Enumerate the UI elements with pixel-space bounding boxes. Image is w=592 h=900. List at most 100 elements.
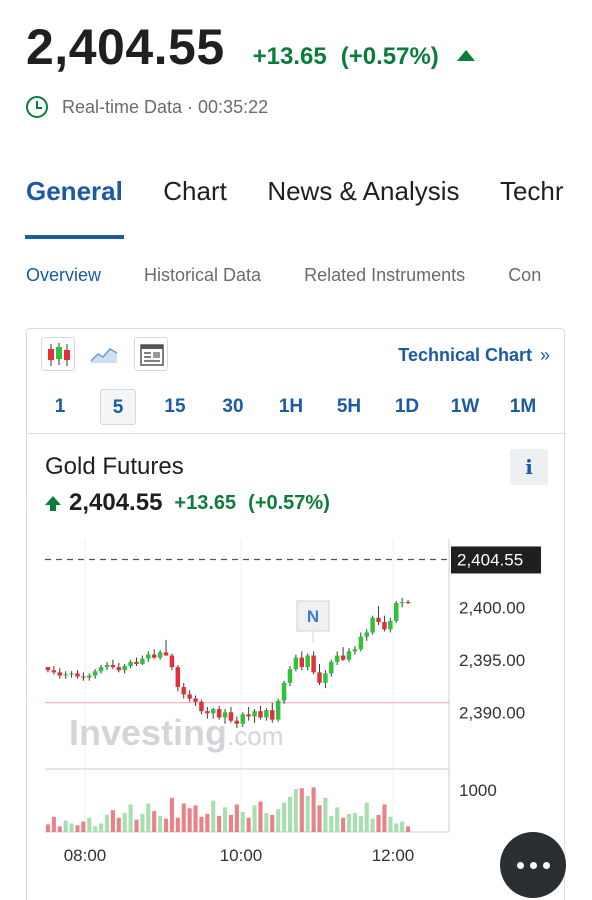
volume-bar [169, 797, 174, 832]
subtab-historical-data[interactable]: Historical Data [144, 265, 261, 286]
volume-bar [146, 803, 151, 832]
timeframe-1w[interactable]: 1W [445, 389, 485, 425]
candle-body [252, 711, 257, 717]
price-chart[interactable]: Investing.com 2,400.00 2,395.00 2,390.00 100… [27, 539, 564, 879]
x-tick-label: 08:00 [64, 846, 107, 865]
candle-body [275, 700, 281, 720]
area-chart-button[interactable] [87, 337, 121, 371]
technical-chart-link[interactable]: Technical Chart » [398, 345, 550, 366]
subtab-contracts[interactable]: Con [508, 265, 541, 286]
candle-body [340, 655, 346, 660]
timeframe-15[interactable]: 15 [155, 389, 195, 425]
volume-bar [205, 813, 210, 832]
more-options-button[interactable] [500, 832, 566, 898]
subtab-related-instruments[interactable]: Related Instruments [304, 265, 465, 286]
candle-body [216, 709, 222, 718]
volume-bar [329, 815, 334, 832]
candlestick-chart-button[interactable] [41, 337, 75, 371]
candle-body [317, 672, 322, 683]
y-tick-label: 2,395.00 [459, 651, 525, 670]
volume-bar [193, 805, 198, 832]
volume-bar [87, 817, 92, 832]
volume-bar [287, 796, 293, 832]
tab-general[interactable]: General [26, 176, 123, 225]
tab-technical[interactable]: Techr [500, 176, 564, 225]
volume-bar [134, 819, 139, 832]
volume-bar [317, 805, 322, 832]
info-button[interactable]: i [510, 449, 548, 485]
volume-bar [93, 826, 98, 832]
candle-body [376, 617, 381, 622]
volume-bar [128, 804, 133, 832]
volume-bar [175, 817, 180, 832]
volume-bar [323, 797, 328, 832]
volume-bar [110, 810, 115, 832]
candle-body [110, 665, 116, 668]
candle-body [151, 654, 157, 658]
tab-chart[interactable]: Chart [163, 176, 227, 225]
timeframe-1m[interactable]: 1M [503, 389, 543, 425]
volume-bar [122, 813, 127, 832]
candle-body [193, 698, 198, 702]
main-tabs: General Chart News & Analysis Techr [26, 176, 592, 240]
x-tick-label: 10:00 [220, 846, 263, 865]
volume-bar [228, 814, 234, 832]
candle-body [405, 602, 411, 604]
timeframe-1d[interactable]: 1D [387, 389, 427, 425]
candle-body [205, 711, 210, 714]
timeframe-1[interactable]: 1 [40, 389, 80, 425]
candle-body [246, 714, 251, 717]
candle-body [234, 720, 240, 724]
subtab-overview[interactable]: Overview [26, 265, 101, 286]
candle-body [181, 687, 186, 695]
timeframe-1h[interactable]: 1H [271, 389, 311, 425]
candlestick-icon [48, 343, 70, 366]
watermark-text: Investing [69, 712, 227, 753]
candle-body [311, 655, 316, 673]
technical-chart-label: Technical Chart [398, 345, 532, 365]
volume-bar [376, 814, 381, 832]
candle-body [134, 661, 139, 664]
candle-body [57, 672, 63, 676]
volume-bar [211, 800, 216, 832]
timeframe-30[interactable]: 30 [213, 389, 253, 425]
candle-body [45, 667, 51, 671]
instrument-change-percent: (+0.57%) [248, 491, 330, 514]
tab-news-analysis[interactable]: News & Analysis [267, 176, 459, 225]
candle-body [334, 655, 340, 662]
candle-body [51, 670, 57, 673]
volume-bar [163, 818, 169, 832]
candle-body [370, 617, 375, 633]
candle-body [163, 652, 169, 656]
candle-body [293, 657, 299, 670]
card-divider [27, 433, 566, 434]
dot-icon [529, 861, 537, 869]
volume-bar [293, 789, 298, 832]
volume-bar [246, 817, 251, 832]
volume-bar [405, 826, 411, 832]
watermark-logo: Investing.com [69, 712, 283, 753]
candle-body [270, 710, 275, 720]
volume-bar [57, 826, 62, 832]
candle-body [175, 667, 181, 688]
candle-body [382, 621, 387, 630]
volume-bar [222, 807, 228, 832]
candle-body [281, 682, 287, 701]
timeframe-5h[interactable]: 5H [329, 389, 369, 425]
volume-bar [45, 824, 51, 832]
x-tick-label: 12:00 [372, 846, 415, 865]
candle-body [323, 673, 328, 683]
volume-bar [276, 809, 281, 832]
timeframe-5[interactable]: 5 [100, 389, 136, 425]
candle-body [393, 603, 399, 621]
timeframe-selector: 1 5 15 30 1H 5H 1D 1W 1M [27, 389, 566, 425]
volume-bar [75, 825, 80, 832]
candle-body [104, 665, 110, 668]
volume-bar [382, 804, 387, 832]
volume-bar [270, 814, 275, 832]
news-marker-label: N [307, 607, 319, 626]
candle-body [169, 655, 175, 668]
y-tick-label: 2,390.00 [459, 703, 525, 722]
candle-body [228, 712, 234, 721]
table-view-button[interactable] [134, 337, 168, 371]
